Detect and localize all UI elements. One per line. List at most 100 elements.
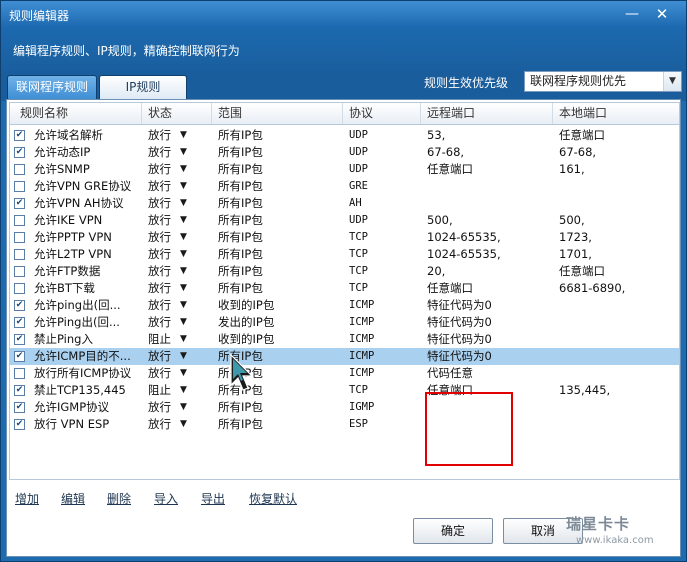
rule-enabled-checkbox[interactable]: ✔ [14,283,25,294]
table-row[interactable]: ✔ 允许SNMP 放行 所有IP包 UDP 任意端口 161, ▼ [10,161,679,178]
status-dropdown-icon[interactable]: ▼ [180,365,187,382]
rule-enabled-checkbox[interactable]: ✔ [14,232,25,243]
table-row[interactable]: ✔ 放行所有ICMP协议 放行 所有IP包 ICMP 代码任意 ▼ [10,365,679,382]
tab-ip-rules[interactable]: IP规则 [99,75,187,99]
table-row[interactable]: ✔ 允许FTP数据 放行 所有IP包 TCP 20, 任意端口 ▼ [10,263,679,280]
rule-name-cell: 允许PPTP VPN [34,230,112,244]
rule-status-cell: 放行 [148,179,171,193]
table-row[interactable]: ✔ 允许L2TP VPN 放行 所有IP包 TCP 1024-65535, 1701, ▼ [10,246,679,263]
rule-protocol-cell: TCP [349,248,368,260]
table-row[interactable]: ✔ 允许Ping出(回... 放行 发出的IP包 ICMP 特征代码为0 ▼ [10,314,679,331]
table-row[interactable]: ✔ 允许域名解析 放行 所有IP包 UDP 53, 任意端口 ▼ [10,127,679,144]
status-dropdown-icon[interactable]: ▼ [180,144,187,161]
table-row[interactable]: ✔ 允许VPN AH协议 放行 所有IP包 AH ▼ [10,195,679,212]
rule-scope-cell: 所有IP包 [218,196,263,210]
status-dropdown-icon[interactable]: ▼ [180,178,187,195]
add-link[interactable]: 增加 [15,490,39,507]
status-dropdown-icon[interactable]: ▼ [180,229,187,246]
rule-enabled-checkbox[interactable]: ✔ [14,249,25,260]
restore-defaults-link[interactable]: 恢复默认 [249,490,297,507]
status-dropdown-icon[interactable]: ▼ [180,263,187,280]
rule-enabled-checkbox[interactable]: ✔ [14,317,25,328]
rule-remote-port-cell [427,195,549,212]
table-row[interactable]: ✔ 禁止TCP135,445 阻止 所有IP包 TCP 任意端口 135,445, ▼ [10,382,679,399]
rule-remote-port-cell: 特征代码为0 [427,298,492,312]
table-row[interactable]: ✔ 允许IKE VPN 放行 所有IP包 UDP 500, 500, ▼ [10,212,679,229]
rule-enabled-checkbox[interactable]: ✔ [14,266,25,277]
rule-protocol-cell: UDP [349,129,368,141]
status-dropdown-icon[interactable]: ▼ [180,416,187,433]
rule-enabled-checkbox[interactable]: ✔ [14,419,25,430]
rule-local-port-cell [559,314,679,331]
subtitle-bar: 编辑程序规则、IP规则，精确控制联网行为 [1,29,686,71]
status-dropdown-icon[interactable]: ▼ [180,314,187,331]
status-dropdown-icon[interactable]: ▼ [180,382,187,399]
status-dropdown-icon[interactable]: ▼ [180,127,187,144]
rule-enabled-checkbox[interactable]: ✔ [14,351,25,362]
delete-link[interactable]: 删除 [107,490,131,507]
table-row[interactable]: ✔ 允许ping出(回... 放行 收到的IP包 ICMP 特征代码为0 ▼ [10,297,679,314]
rule-enabled-checkbox[interactable]: ✔ [14,300,25,311]
rule-enabled-checkbox[interactable]: ✔ [14,198,25,209]
rule-remote-port-cell [427,178,549,195]
status-dropdown-icon[interactable]: ▼ [180,331,187,348]
status-dropdown-icon[interactable]: ▼ [180,297,187,314]
priority-select[interactable]: 联网程序规则优先 ▼ [524,71,682,92]
rule-enabled-checkbox[interactable]: ✔ [14,164,25,175]
rule-enabled-checkbox[interactable]: ✔ [14,215,25,226]
rule-protocol-cell: TCP [349,231,368,243]
chevron-down-icon[interactable]: ▼ [663,72,681,91]
rule-status-cell: 放行 [148,230,171,244]
status-dropdown-icon[interactable]: ▼ [180,246,187,263]
rule-name-cell: 允许VPN AH协议 [34,196,124,210]
rule-enabled-checkbox[interactable]: ✔ [14,402,25,413]
rule-enabled-checkbox[interactable]: ✔ [14,130,25,141]
column-header-protocol[interactable]: 协议 [343,103,421,124]
rule-scope-cell: 发出的IP包 [218,315,275,329]
status-dropdown-icon[interactable]: ▼ [180,348,187,365]
rule-remote-port-cell: 特征代码为0 [427,332,492,346]
column-header-scope[interactable]: 范围 [212,103,343,124]
priority-selected-value: 联网程序规则优先 [530,74,627,88]
status-dropdown-icon[interactable]: ▼ [180,161,187,178]
content-panel: 规则名称 状态 范围 协议 远程端口 本地端口 ✔ 允许域名解析 放行 所有IP包 UD… [6,99,681,557]
table-row[interactable]: ✔ 放行 VPN ESP 放行 所有IP包 ESP ▼ [10,416,679,433]
rule-enabled-checkbox[interactable]: ✔ [14,368,25,379]
rule-enabled-checkbox[interactable]: ✔ [14,334,25,345]
table-row[interactable]: ✔ 允许IGMP协议 放行 所有IP包 IGMP ▼ [10,399,679,416]
table-row[interactable]: ✔ 禁止Ping入 阻止 收到的IP包 ICMP 特征代码为0 ▼ [10,331,679,348]
window-title: 规则编辑器 [9,9,70,23]
table-row[interactable]: ✔ 允许PPTP VPN 放行 所有IP包 TCP 1024-65535, 1723, ▼ [10,229,679,246]
table-row[interactable]: ✔ 允许BT下载 放行 所有IP包 TCP 任意端口 6681-6890, ▼ [10,280,679,297]
table-row[interactable]: ✔ 允许VPN GRE协议 放行 所有IP包 GRE ▼ [10,178,679,195]
cancel-button[interactable]: 取消 [503,518,583,544]
minimize-button[interactable]: — [621,5,643,23]
ok-button[interactable]: 确定 [413,518,493,544]
tab-program-rules[interactable]: 联网程序规则 [7,75,97,99]
rule-protocol-cell: GRE [349,180,368,192]
table-row[interactable]: ✔ 允许动态IP 放行 所有IP包 UDP 67-68, 67-68, ▼ [10,144,679,161]
rule-remote-port-cell: 特征代码为0 [427,315,492,329]
column-header-name[interactable]: 规则名称 [10,103,142,124]
column-header-status[interactable]: 状态 [142,103,212,124]
rule-enabled-checkbox[interactable]: ✔ [14,385,25,396]
column-header-remote-port[interactable]: 远程端口 [421,103,553,124]
status-dropdown-icon[interactable]: ▼ [180,195,187,212]
status-dropdown-icon[interactable]: ▼ [180,212,187,229]
rule-scope-cell: 所有IP包 [218,349,263,363]
status-dropdown-icon[interactable]: ▼ [180,399,187,416]
status-dropdown-icon[interactable]: ▼ [180,280,187,297]
column-header-local-port[interactable]: 本地端口 [553,103,679,124]
rule-scope-cell: 所有IP包 [218,281,263,295]
table-row[interactable]: ✔ 允许ICMP目的不... 放行 所有IP包 ICMP 特征代码为0 ▼ [10,348,679,365]
import-link[interactable]: 导入 [154,490,178,507]
rule-scope-cell: 所有IP包 [218,400,263,414]
close-button[interactable]: ✕ [651,5,673,23]
rule-scope-cell: 所有IP包 [218,230,263,244]
rule-enabled-checkbox[interactable]: ✔ [14,147,25,158]
rule-status-cell: 放行 [148,247,171,261]
export-link[interactable]: 导出 [201,490,225,507]
rule-enabled-checkbox[interactable]: ✔ [14,181,25,192]
rule-status-cell: 放行 [148,162,171,176]
edit-link[interactable]: 编辑 [61,490,85,507]
